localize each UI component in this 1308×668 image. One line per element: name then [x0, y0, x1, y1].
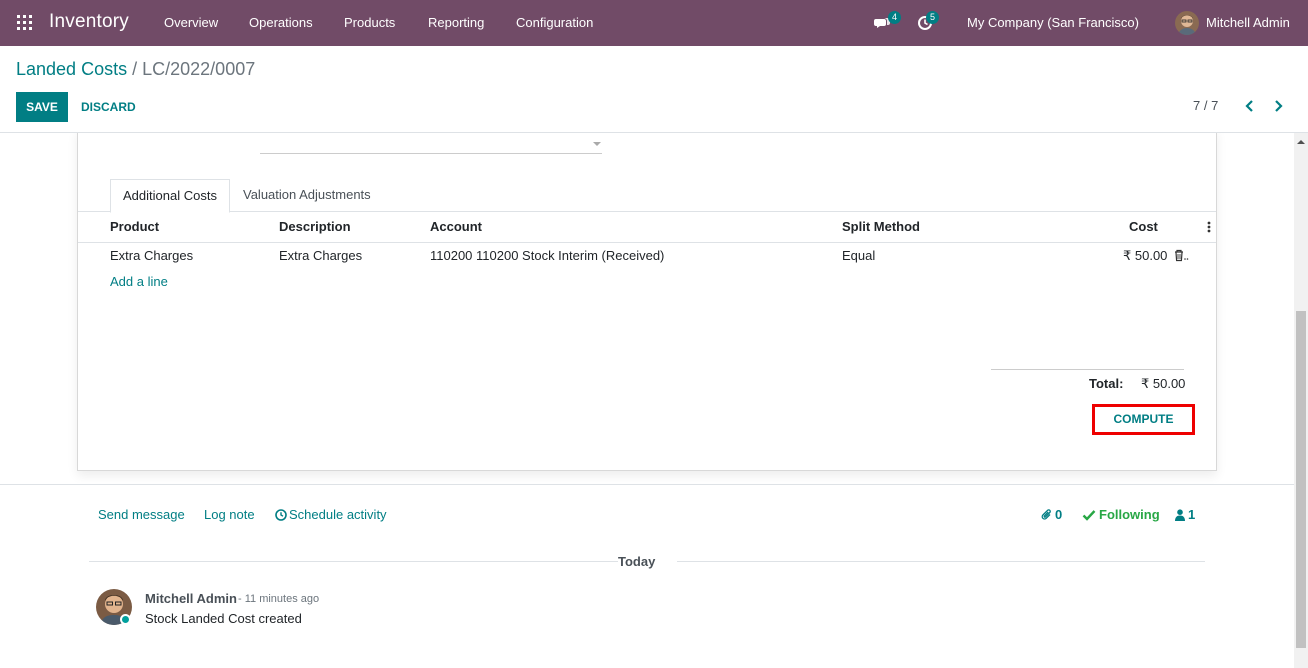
followers-count[interactable]: 1	[1188, 507, 1195, 522]
activities-badge: 5	[926, 11, 939, 24]
total-label: Total:	[1089, 376, 1124, 391]
form-view: Additional Costs Valuation Adjustments P…	[0, 133, 1308, 668]
following-button[interactable]: Following	[1099, 507, 1160, 522]
scroll-up-icon[interactable]	[1297, 139, 1305, 144]
breadcrumb-current: LC/2022/0007	[142, 59, 256, 79]
message-time: - 11 minutes ago	[238, 593, 320, 605]
top-navbar: Inventory Overview Operations Products R…	[0, 0, 1308, 46]
save-button[interactable]: SAVE	[16, 92, 68, 122]
tab-valuation-adjustments[interactable]: Valuation Adjustments	[231, 179, 383, 213]
clock-icon	[275, 509, 287, 521]
column-header-cost[interactable]: Cost	[1129, 219, 1158, 234]
cell-account[interactable]: 110200 110200 Stock Interim (Received)	[430, 248, 664, 263]
add-a-line-link[interactable]: Add a line	[110, 274, 168, 289]
control-panel: Landed Costs / LC/2022/0007 SAVE DISCARD…	[0, 46, 1308, 133]
cell-cost[interactable]: ₹ 50.00	[1123, 248, 1167, 264]
messages-badge: 4	[888, 11, 901, 24]
optional-columns-icon[interactable]	[1207, 221, 1211, 233]
paperclip-icon[interactable]	[1041, 508, 1053, 521]
form-sheet: Additional Costs Valuation Adjustments P…	[77, 133, 1217, 471]
field-underline[interactable]	[260, 153, 602, 154]
breadcrumb-landed-costs[interactable]: Landed Costs	[16, 59, 127, 79]
company-switcher[interactable]: My Company (San Francisco)	[967, 15, 1139, 30]
log-note-button[interactable]: Log note	[204, 507, 255, 522]
app-menu-icon[interactable]	[17, 15, 32, 30]
total-value: ₹ 50.00	[1141, 376, 1186, 391]
dropdown-caret-icon[interactable]	[593, 142, 601, 146]
column-header-description[interactable]: Description	[279, 219, 351, 234]
message-author[interactable]: Mitchell Admin	[145, 591, 237, 606]
cell-split-method[interactable]: Equal	[842, 248, 875, 263]
send-message-button[interactable]: Send message	[98, 507, 185, 522]
check-icon	[1082, 510, 1096, 521]
user-menu[interactable]: Mitchell Admin	[1206, 15, 1290, 30]
breadcrumb: Landed Costs / LC/2022/0007	[16, 59, 255, 80]
menu-configuration[interactable]: Configuration	[516, 15, 593, 30]
chatter-divider	[0, 484, 1294, 485]
pager-next-icon[interactable]	[1273, 100, 1283, 112]
compute-button[interactable]: COMPUTE	[1092, 404, 1195, 435]
scrollbar-thumb[interactable]	[1296, 311, 1306, 648]
message-body: Stock Landed Cost created	[145, 611, 302, 626]
schedule-activity-button[interactable]: Schedule activity	[289, 507, 387, 522]
column-header-account[interactable]: Account	[430, 219, 482, 234]
menu-overview[interactable]: Overview	[164, 15, 218, 30]
pager-value[interactable]: 7 / 7	[1193, 98, 1218, 113]
menu-products[interactable]: Products	[344, 15, 395, 30]
menu-reporting[interactable]: Reporting	[428, 15, 484, 30]
date-separator-label: Today	[618, 554, 656, 569]
column-header-split-method[interactable]: Split Method	[842, 219, 920, 234]
attachments-count[interactable]: 0	[1055, 507, 1062, 522]
table-header-divider	[78, 242, 1216, 243]
discard-button[interactable]: DISCARD	[81, 100, 136, 114]
breadcrumb-separator: /	[132, 59, 138, 79]
followers-icon[interactable]	[1175, 509, 1185, 521]
notebook-tabs: Additional Costs Valuation Adjustments	[78, 179, 1216, 213]
column-header-product[interactable]: Product	[110, 219, 159, 234]
menu-operations[interactable]: Operations	[249, 15, 313, 30]
user-avatar[interactable]	[1175, 11, 1199, 35]
cell-product[interactable]: Extra Charges	[110, 248, 193, 263]
online-status-icon	[120, 614, 131, 625]
tab-additional-costs[interactable]: Additional Costs	[110, 179, 230, 213]
trash-icon[interactable]	[1173, 249, 1189, 262]
total-divider	[991, 369, 1184, 370]
date-separator: Today	[89, 554, 1205, 569]
cell-description[interactable]: Extra Charges	[279, 248, 362, 263]
pager-previous-icon[interactable]	[1245, 100, 1255, 112]
app-name[interactable]: Inventory	[49, 11, 129, 33]
